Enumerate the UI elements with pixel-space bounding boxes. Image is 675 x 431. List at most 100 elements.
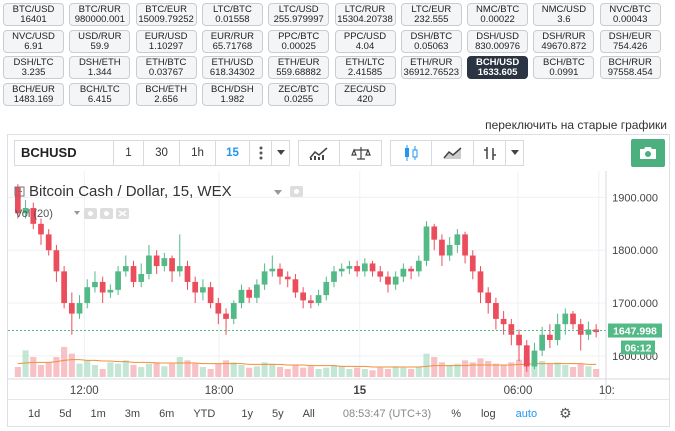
pair-button-nmc-usd[interactable]: NMC/USD 3.6 bbox=[533, 3, 595, 26]
pair-button-btc-usd[interactable]: BTC/USD 16401 bbox=[3, 3, 64, 26]
compare-icon[interactable] bbox=[340, 140, 382, 166]
settings-gear-icon[interactable]: ⚙ bbox=[551, 405, 580, 422]
eye-icon[interactable] bbox=[290, 186, 303, 197]
pair-button-nmc-btc[interactable]: NMC/BTC 0.00022 bbox=[467, 3, 529, 26]
candles-icon[interactable] bbox=[390, 140, 432, 166]
candle bbox=[577, 318, 584, 351]
price-chart[interactable]: 1900.0001800.0001700.0001600.000 1647.99… bbox=[8, 171, 669, 401]
last-price-label: 1647.998 06:12 bbox=[608, 323, 662, 355]
pair-button-usd-rur[interactable]: USD/RUR 59.9 bbox=[69, 29, 131, 53]
pair-button-eth-rur[interactable]: ETH/RUR 36912.76523 bbox=[400, 56, 462, 80]
pair-button-eur-usd[interactable]: EUR/USD 1.10297 bbox=[135, 29, 197, 53]
pair-button-dsh-usd[interactable]: DSH/USD 830.00976 bbox=[467, 29, 529, 53]
title-dropdown-icon[interactable] bbox=[274, 190, 282, 195]
volume-bar bbox=[462, 360, 469, 377]
pair-button-eth-ltc[interactable]: ETH/LTC 2.41585 bbox=[334, 56, 396, 80]
volume-bar bbox=[138, 367, 145, 377]
pair-button-ltc-btc[interactable]: LTC/BTC 0.01558 bbox=[201, 3, 263, 26]
switch-old-charts-link[interactable]: переключить на старые графики bbox=[485, 118, 667, 132]
pair-button-ltc-usd[interactable]: LTC/USD 255.979997 bbox=[268, 3, 330, 26]
pair-button-bch-usd[interactable]: BCH/USD 1633.605 bbox=[467, 56, 529, 80]
pair-button-nvc-usd[interactable]: NVC/USD 6.91 bbox=[3, 29, 64, 53]
candle-body bbox=[207, 287, 214, 304]
pair-button-bch-dsh[interactable]: BCH/DSH 1.982 bbox=[201, 82, 263, 106]
volume-close-icon[interactable] bbox=[116, 208, 129, 219]
pair-button-zec-btc[interactable]: ZEC/BTC 0.0255 bbox=[268, 82, 330, 106]
pair-button-eth-eur[interactable]: ETH/EUR 559.68882 bbox=[268, 56, 330, 80]
pair-button-eur-rur[interactable]: EUR/RUR 65.71768 bbox=[201, 29, 263, 53]
percent-toggle[interactable]: % bbox=[443, 408, 469, 420]
pair-button-dsh-ltc[interactable]: DSH/LTC 3.235 bbox=[3, 56, 64, 80]
pair-button-btc-eur[interactable]: BTC/EUR 15009.79252 bbox=[135, 3, 197, 26]
candle-body bbox=[176, 266, 183, 272]
clock[interactable]: 08:53:47 (UTC+3) bbox=[335, 408, 439, 420]
volume-bar bbox=[207, 369, 214, 377]
range-ytd[interactable]: YTD bbox=[185, 408, 223, 420]
pair-button-dsh-eur[interactable]: DSH/EUR 754.426 bbox=[599, 29, 661, 53]
candle-body bbox=[315, 295, 322, 304]
auto-toggle[interactable]: auto bbox=[508, 408, 545, 420]
pair-button-bch-rur[interactable]: BCH/RUR 97558.454 bbox=[599, 56, 661, 80]
range-1m[interactable]: 1m bbox=[83, 408, 114, 420]
interval-15[interactable]: 15 bbox=[216, 140, 250, 166]
pair-button-nvc-btc[interactable]: NVC/BTC 0.00043 bbox=[599, 3, 661, 26]
pair-button-zec-usd[interactable]: ZEC/USD 420 bbox=[334, 82, 396, 106]
pair-value: 559.68882 bbox=[276, 67, 322, 79]
log-toggle[interactable]: log bbox=[473, 408, 504, 420]
range-3m[interactable]: 3m bbox=[117, 408, 148, 420]
pair-button-eth-usd[interactable]: ETH/USD 618.34302 bbox=[201, 56, 263, 80]
candle bbox=[500, 310, 507, 335]
symbol-input[interactable]: BCHUSD bbox=[14, 140, 114, 166]
pair-button-ppc-btc[interactable]: PPC/BTC 0.00025 bbox=[268, 29, 330, 53]
candle bbox=[38, 218, 44, 245]
pair-button-dsh-eth[interactable]: DSH/ETH 1.344 bbox=[69, 56, 131, 80]
range-6m[interactable]: 6m bbox=[151, 408, 182, 420]
pair-button-dsh-rur[interactable]: DSH/RUR 49670.872 bbox=[533, 29, 595, 53]
candle-body bbox=[331, 271, 337, 282]
volume-bar bbox=[269, 363, 276, 377]
candle-body bbox=[308, 300, 314, 304]
pair-button-ppc-usd[interactable]: PPC/USD 4.04 bbox=[334, 29, 396, 53]
candle bbox=[45, 229, 52, 256]
pair-button-ltc-rur[interactable]: LTC/RUR 15304.20738 bbox=[334, 3, 396, 26]
pair-button-bch-ltc[interactable]: BCH/LTC 6.415 bbox=[69, 82, 131, 106]
pair-button-bch-eur[interactable]: BCH/EUR 1483.169 bbox=[3, 82, 64, 106]
pair-button-btc-rur[interactable]: BTC/RUR 980000.001 bbox=[69, 3, 131, 26]
time-tick-label: 15 bbox=[353, 385, 366, 397]
volume-bar bbox=[130, 365, 137, 377]
candle-body bbox=[99, 281, 106, 293]
chart-type-dropdown-icon[interactable] bbox=[506, 140, 524, 166]
volume-bar bbox=[122, 360, 129, 377]
more-intervals-icon[interactable] bbox=[250, 140, 272, 166]
interval-1h[interactable]: 1h bbox=[180, 140, 216, 166]
volume-settings-icon[interactable] bbox=[100, 208, 113, 219]
volume-bar bbox=[384, 369, 392, 377]
pair-button-dsh-btc[interactable]: DSH/BTC 0.05063 bbox=[400, 29, 462, 53]
candle bbox=[385, 271, 391, 293]
range-5d[interactable]: 5d bbox=[51, 408, 79, 420]
volume-dropdown-icon[interactable] bbox=[74, 211, 80, 215]
range-all[interactable]: All bbox=[295, 408, 323, 420]
camera-icon[interactable] bbox=[631, 139, 665, 167]
pair-button-bch-eth[interactable]: BCH/ETH 2.656 bbox=[135, 82, 197, 106]
time-axis[interactable]: 12:00 18:00 15 06:00 10: bbox=[70, 385, 615, 397]
price-tick-label: 1900.000 bbox=[612, 192, 658, 204]
pair-button-ltc-eur[interactable]: LTC/EUR 232.555 bbox=[400, 3, 462, 26]
volume-bar bbox=[392, 366, 399, 377]
area-chart-icon[interactable] bbox=[432, 140, 474, 166]
candle-body bbox=[84, 287, 91, 304]
volume-bar bbox=[115, 363, 122, 377]
candle bbox=[230, 300, 237, 325]
pair-value: 1.10297 bbox=[148, 40, 184, 52]
range-1d[interactable]: 1d bbox=[20, 408, 48, 420]
range-1y[interactable]: 1y bbox=[233, 408, 261, 420]
volume-eye-icon[interactable] bbox=[84, 208, 97, 219]
pair-button-eth-btc[interactable]: ETH/BTC 0.03767 bbox=[135, 56, 197, 80]
pair-button-bch-btc[interactable]: BCH/BTC 0.0991 bbox=[533, 56, 595, 80]
interval-1[interactable]: 1 bbox=[114, 140, 144, 166]
interval-30[interactable]: 30 bbox=[144, 140, 180, 166]
range-5y[interactable]: 5y bbox=[264, 408, 292, 420]
interval-dropdown-icon[interactable] bbox=[272, 140, 290, 166]
bars-icon[interactable] bbox=[474, 140, 506, 166]
indicators-icon[interactable] bbox=[298, 140, 340, 166]
